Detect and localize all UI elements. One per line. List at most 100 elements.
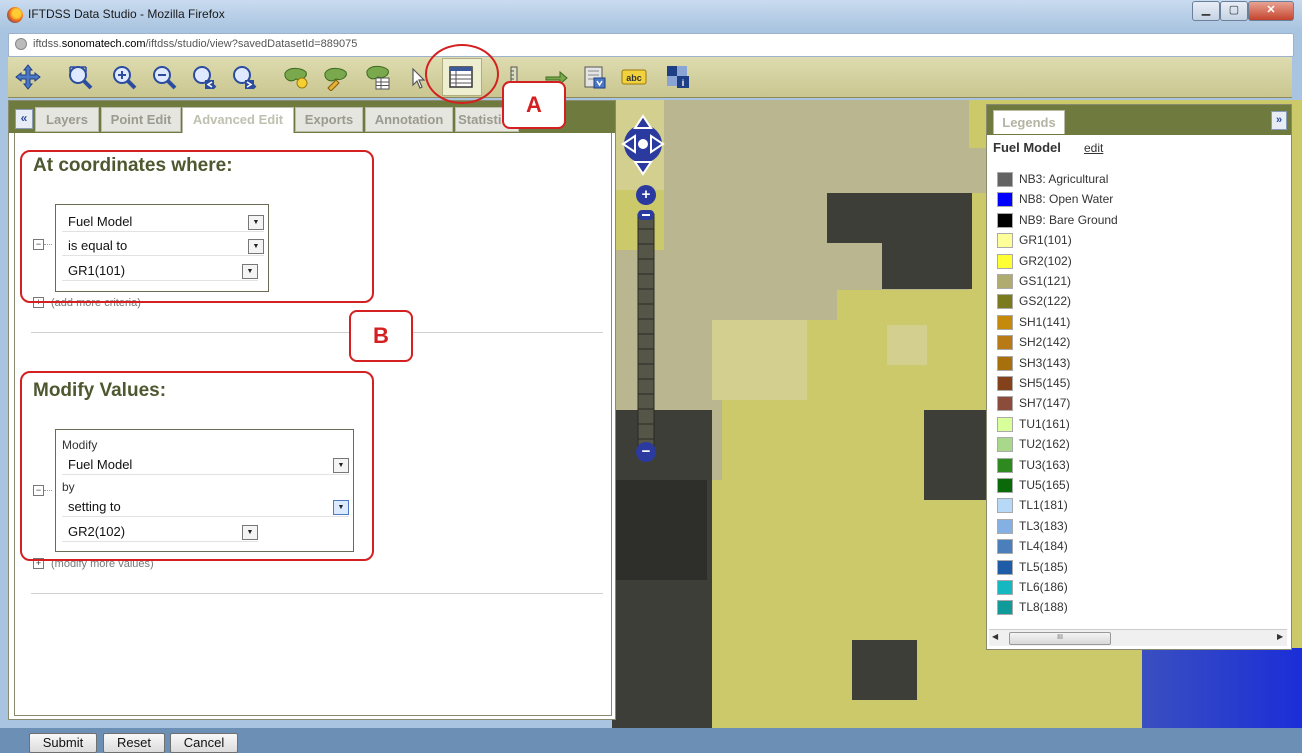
pan-control[interactable] [620,112,666,182]
map-region [967,148,987,193]
title-bar: IFTDSS Data Studio - Mozilla Firefox ▁ ▢… [0,0,1302,30]
legend-swatch [997,274,1013,289]
zoom-extent-icon[interactable] [66,63,94,91]
browser-window: IFTDSS Data Studio - Mozilla Firefox ▁ ▢… [0,0,1302,753]
legend-swatch [997,212,1013,228]
legend-item-label: TL3(183) [1019,518,1068,533]
zoom-out-icon[interactable] [150,63,178,91]
scrollbar-thumb[interactable]: III [1009,632,1111,645]
export-map-icon[interactable] [580,63,608,91]
add-layer-icon[interactable] [282,63,310,91]
zoom-out-button[interactable]: − [638,442,654,462]
maximize-button[interactable]: ▢ [1220,1,1248,21]
legend-edit-link[interactable]: edit [1084,141,1103,155]
legend-item-label: SH1(141) [1019,314,1071,329]
legend-swatch [997,416,1013,432]
site-identity-icon[interactable] [15,38,27,50]
edit-layer-icon[interactable] [322,63,350,92]
legend-swatch [997,314,1013,330]
legend-swatch [997,396,1013,412]
tab-exports[interactable]: Exports [295,107,363,132]
legend-swatch [997,335,1013,351]
zoom-slider[interactable] [634,184,658,464]
map-region [612,480,707,580]
minimize-button[interactable]: ▁ [1192,1,1220,21]
identify-icon[interactable]: i [664,63,692,91]
scroll-right-icon[interactable]: ▶ [1277,632,1283,641]
window-title: IFTDSS Data Studio - Mozilla Firefox [28,7,225,21]
zoom-previous-icon[interactable] [190,63,218,91]
tab-annotation[interactable]: Annotation [365,107,453,132]
legend-swatch [997,355,1013,371]
legend-panel: Legends » Fuel Model edit NB3: Agricultu… [986,104,1292,650]
legend-swatch [997,294,1013,310]
legend-item-label: TU2(162) [1019,437,1070,452]
annotation-frame-modify [20,371,374,561]
legend-tab-strip: Legends » [987,105,1291,135]
legend-item-label: SH7(147) [1019,396,1071,411]
map-region [612,625,642,728]
legend-swatch [997,498,1013,514]
legend-horizontal-scrollbar[interactable]: ◀ III ▶ [989,629,1287,646]
url-path: /iftdss/studio/view?savedDatasetId=88907… [145,38,358,50]
map-region [887,325,927,365]
collapse-panel-button[interactable]: « [15,109,33,129]
tab-legends[interactable]: Legends [993,110,1065,134]
cancel-button[interactable]: Cancel [170,733,238,753]
tab-layers[interactable]: Layers [35,107,99,132]
label-abc-icon[interactable]: abc [620,63,648,91]
legend-item-label: GS1(121) [1019,274,1072,288]
legend-swatch [997,172,1013,187]
zoom-in-button[interactable]: + [638,185,654,205]
legend-item-label: GR1(101) [1019,233,1072,248]
legend-item-label: TU3(163) [1019,457,1070,472]
url-prefix: iftdss. [33,38,62,50]
legend-swatch [997,559,1013,575]
map-region [712,320,807,400]
legend-item-label: NB9: Bare Ground [1019,212,1118,227]
legend-swatch [997,192,1013,208]
reset-button[interactable]: Reset [103,733,165,753]
expand-legend-button[interactable]: » [1271,111,1287,130]
legend-item-label: TL6(186) [1019,580,1068,594]
map-region [667,240,837,320]
close-button[interactable]: ✕ [1248,1,1294,21]
tab-point-edit[interactable]: Point Edit [101,107,181,132]
legend-title: Fuel Model [993,140,1061,155]
advanced-edit-content: At coordinates where: − Fuel Model ▼ is e… [14,133,612,716]
firefox-logo-icon [7,7,23,23]
annotation-label-b: B [349,310,413,362]
pan-icon[interactable] [14,63,42,91]
legend-item-label: GS2(122) [1019,294,1072,309]
section-divider [31,332,603,333]
legend-swatch [997,253,1013,269]
annotation-frame-coordinates [20,150,374,303]
map-water-region [1142,648,1302,728]
map-region [882,236,972,289]
legend-swatch [997,539,1013,555]
legend-swatch [997,518,1013,534]
legend-item-label: TL5(185) [1019,559,1068,574]
legend-item-label: TU5(165) [1019,478,1070,492]
layer-attributes-icon[interactable] [364,63,392,91]
annotation-circle [425,44,499,104]
tools-panel: « Layers Point Edit Advanced Edit Export… [8,100,616,753]
zoom-next-icon[interactable] [230,63,258,91]
legend-swatch [997,600,1013,616]
submit-button[interactable]: Submit [29,733,97,753]
legend-swatch [997,478,1013,493]
address-bar[interactable]: iftdss.sonomatech.com/iftdss/studio/view… [8,33,1294,57]
map-region [924,410,989,500]
section-divider [31,593,603,594]
url-text[interactable]: iftdss.sonomatech.com/iftdss/studio/view… [33,38,357,50]
zoom-in-icon[interactable] [110,63,138,91]
scroll-left-icon[interactable]: ◀ [992,632,998,641]
url-domain: sonomatech.com [61,38,146,50]
legend-item-label: TL4(184) [1019,539,1068,554]
legend-swatch [997,376,1013,391]
legend-item-label: SH3(143) [1019,355,1071,370]
legend-swatch [997,580,1013,595]
legend-item-label: TU1(161) [1019,416,1070,431]
legend-item-label: SH5(145) [1019,376,1071,390]
tab-advanced-edit[interactable]: Advanced Edit [182,107,294,133]
